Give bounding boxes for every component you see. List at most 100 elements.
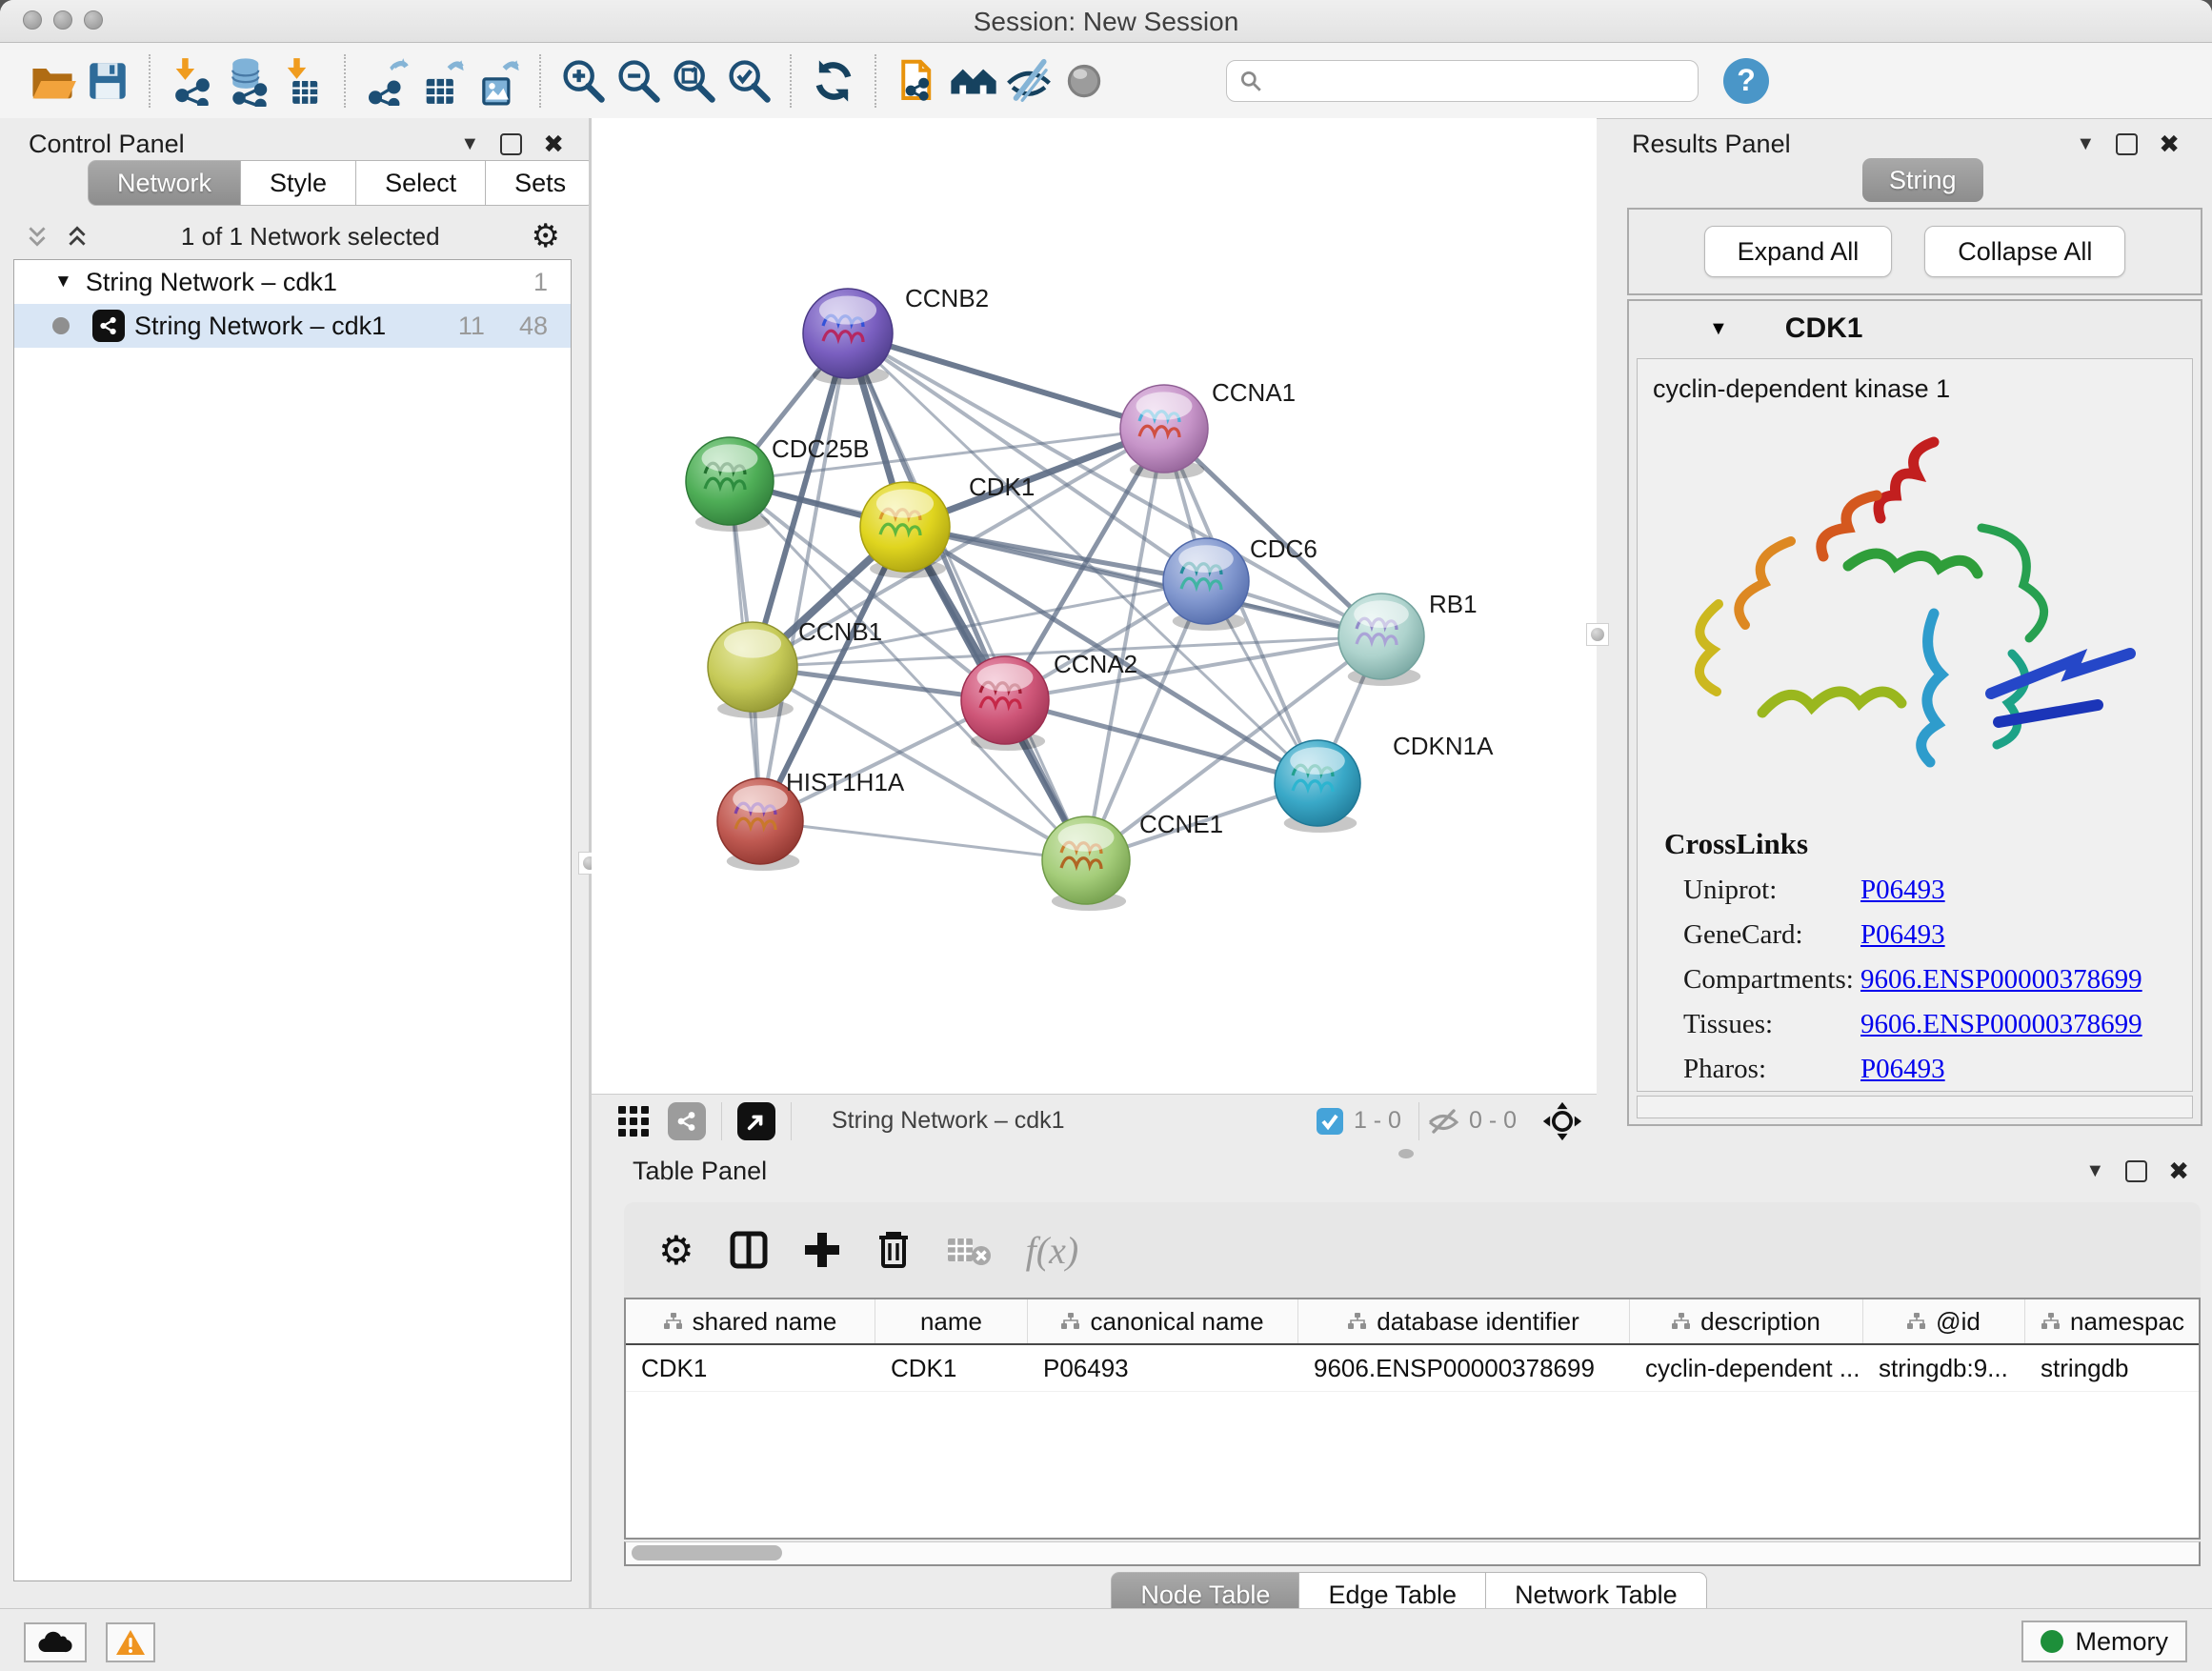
network-view-mode-icon[interactable]: [668, 1102, 706, 1140]
column-header-description[interactable]: description: [1630, 1299, 1863, 1343]
column-header-canonical-name[interactable]: canonical name: [1028, 1299, 1298, 1343]
delete-table-icon[interactable]: [946, 1233, 992, 1267]
network-node-CCNE1[interactable]: [1042, 816, 1130, 911]
export-network-button[interactable]: [360, 53, 415, 109]
results-hscrollbar[interactable]: [1637, 1096, 2193, 1118]
hide-selected-button[interactable]: [1001, 53, 1056, 109]
help-button[interactable]: ?: [1723, 58, 1769, 104]
collapse-all-button[interactable]: Collapse All: [1924, 226, 2125, 277]
column-header-shared-name[interactable]: shared name: [626, 1299, 875, 1343]
tree-expand-caret-icon[interactable]: ▼: [54, 272, 72, 292]
crosslink-link[interactable]: P06493: [1860, 919, 1945, 951]
import-network-file-button[interactable]: [165, 53, 220, 109]
cloud-icon: [36, 1629, 74, 1656]
close-panel-icon[interactable]: ✖: [2159, 131, 2180, 159]
warnings-button[interactable]: [106, 1622, 155, 1662]
gear-icon[interactable]: ⚙: [532, 217, 560, 255]
network-node-RB1[interactable]: [1338, 594, 1424, 686]
float-panel-icon[interactable]: [2116, 133, 2138, 155]
birds-eye-view-icon[interactable]: [1541, 1100, 1583, 1142]
show-all-button[interactable]: [1056, 53, 1112, 109]
zoom-in-button[interactable]: [555, 53, 611, 109]
column-header-database-identifier[interactable]: database identifier: [1298, 1299, 1630, 1343]
table-cell[interactable]: stringdb:9...: [1863, 1345, 2025, 1391]
toolbar-separator: [344, 54, 347, 108]
show-columns-icon[interactable]: [729, 1230, 769, 1270]
show-graphics-details-button[interactable]: [946, 53, 1001, 109]
table-panel: Table Panel ▼ ✖ ⚙ f(x) shared namenameca…: [617, 1149, 2201, 1608]
column-header-namespac[interactable]: namespac: [2025, 1299, 2201, 1343]
export-table-button[interactable]: [415, 53, 471, 109]
float-panel-icon[interactable]: [2125, 1160, 2147, 1182]
network-canvas[interactable]: CCNB2CCNA1CDC25BCDK1CDC6RB1CCNB1CCNA2CDK…: [592, 118, 1597, 1094]
network-row[interactable]: String Network – cdk1 11 48: [14, 304, 571, 348]
panel-menu-caret-icon[interactable]: ▼: [460, 133, 479, 155]
network-node-CCNB1[interactable]: [708, 622, 797, 718]
table-cell[interactable]: P06493: [1028, 1345, 1298, 1391]
export-image-button[interactable]: [471, 53, 526, 109]
panel-menu-caret-icon[interactable]: ▼: [2085, 1160, 2104, 1182]
detach-view-button[interactable]: [737, 1102, 775, 1140]
crosslink-link[interactable]: 9606.ENSP00000378699: [1860, 964, 2142, 996]
zoom-out-button[interactable]: [611, 53, 666, 109]
memory-button[interactable]: Memory: [2021, 1621, 2187, 1662]
expand-all-button[interactable]: Expand All: [1704, 226, 1893, 277]
section-collapse-caret-icon[interactable]: ▼: [1709, 318, 1728, 340]
close-panel-icon[interactable]: ✖: [543, 131, 564, 159]
crosslink-link[interactable]: 9606.ENSP00000378699: [1860, 1009, 2142, 1040]
network-edge[interactable]: [848, 333, 1381, 636]
table-cell[interactable]: CDK1: [626, 1345, 875, 1391]
tab-sets[interactable]: Sets: [486, 160, 595, 206]
table-hscrollbar[interactable]: [624, 1541, 2201, 1566]
delete-column-icon[interactable]: [875, 1230, 912, 1270]
network-edge[interactable]: [848, 333, 1164, 429]
table-cell[interactable]: 9606.ENSP00000378699: [1298, 1345, 1630, 1391]
network-node-CCNA2[interactable]: [961, 656, 1049, 751]
network-node-CDKN1A[interactable]: [1275, 740, 1360, 833]
collapse-all-chevrons-icon[interactable]: [25, 224, 50, 249]
network-node-CDC6[interactable]: [1163, 538, 1249, 631]
network-node-CCNA1[interactable]: [1120, 385, 1208, 479]
add-column-icon[interactable]: [803, 1231, 841, 1269]
network-node-CDC25B[interactable]: [686, 437, 774, 532]
import-network-database-button[interactable]: [220, 53, 275, 109]
network-edge[interactable]: [760, 333, 848, 821]
close-panel-icon[interactable]: ✖: [2168, 1158, 2189, 1186]
tab-network[interactable]: Network: [88, 160, 241, 206]
grid-view-icon[interactable]: [616, 1104, 651, 1138]
refresh-icon: [809, 56, 858, 106]
table-cell[interactable]: stringdb: [2025, 1345, 2201, 1391]
tab-select[interactable]: Select: [356, 160, 486, 206]
search-input[interactable]: [1263, 67, 1686, 95]
app-window: Session: New Session: [0, 0, 2212, 1671]
network-from-clipboard-button[interactable]: [891, 53, 946, 109]
network-collection-row[interactable]: ▼ String Network – cdk1 1: [14, 260, 571, 304]
network-svg[interactable]: CCNB2CCNA1CDC25BCDK1CDC6RB1CCNB1CCNA2CDK…: [592, 118, 1597, 1094]
hscrollbar-thumb[interactable]: [632, 1545, 782, 1560]
hidden-eye-slash-icon[interactable]: [1427, 1107, 1459, 1136]
zoom-selected-button[interactable]: [721, 53, 776, 109]
column-header--id[interactable]: @id: [1863, 1299, 2025, 1343]
table-cell[interactable]: cyclin-dependent ...: [1630, 1345, 1863, 1391]
import-table-file-button[interactable]: [275, 53, 331, 109]
column-header-name[interactable]: name: [875, 1299, 1028, 1343]
crosslink-link[interactable]: P06493: [1860, 875, 1945, 906]
table-cell[interactable]: CDK1: [875, 1345, 1028, 1391]
crosslink-link[interactable]: P06493: [1860, 1054, 1945, 1085]
function-builder-icon[interactable]: f(x): [1026, 1228, 1079, 1273]
network-node-CDK1[interactable]: [860, 482, 950, 578]
tab-string[interactable]: String: [1862, 158, 1983, 202]
network-edge[interactable]: [1005, 700, 1317, 783]
open-session-button[interactable]: [25, 53, 80, 109]
float-panel-icon[interactable]: [500, 133, 522, 155]
panel-menu-caret-icon[interactable]: ▼: [2076, 133, 2095, 155]
network-edge[interactable]: [760, 821, 1086, 860]
table-settings-gear-icon[interactable]: ⚙: [658, 1227, 694, 1274]
zoom-fit-button[interactable]: [666, 53, 721, 109]
save-session-button[interactable]: [80, 53, 135, 109]
tab-style[interactable]: Style: [241, 160, 356, 206]
selected-checkbox-icon[interactable]: [1316, 1107, 1344, 1136]
expand-all-chevrons-icon[interactable]: [65, 224, 90, 249]
refresh-view-button[interactable]: [806, 53, 861, 109]
cloud-status-button[interactable]: [24, 1622, 87, 1662]
